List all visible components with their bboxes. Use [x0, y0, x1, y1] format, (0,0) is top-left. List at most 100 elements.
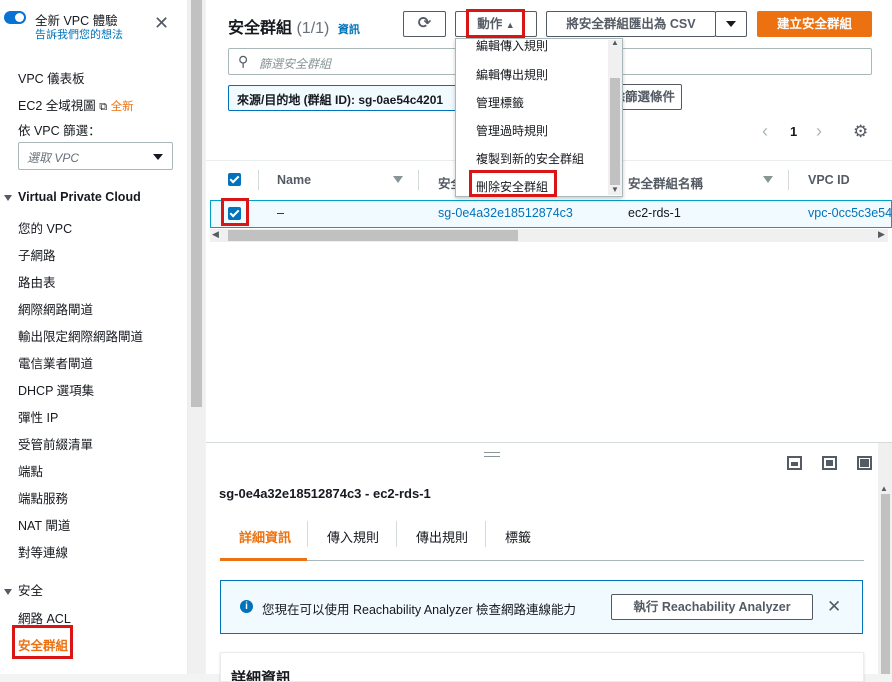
sidebar-item-internet-gateways[interactable]: 網際網路閘道	[18, 299, 93, 318]
panel-bottom-icon[interactable]	[787, 456, 802, 470]
highlight-box	[12, 625, 73, 659]
sidebar-item-carrier-gateways[interactable]: 電信業者閘道	[18, 353, 93, 372]
tab-tags[interactable]: 標籤	[505, 527, 531, 546]
sidebar-item-ec2-global-view[interactable]: EC2 全域視圖 ⧉ 全新	[18, 95, 134, 114]
menu-scrollbar-thumb[interactable]	[610, 78, 620, 185]
create-security-group-button[interactable]: 建立安全群組	[757, 11, 872, 37]
info-icon: i	[240, 600, 253, 613]
details-scroll-up-icon[interactable]: ▲	[880, 484, 888, 493]
column-header-sg-name[interactable]: 安全群組名稱	[628, 173, 703, 192]
cell-vpc-id-link[interactable]: vpc-0cc5c3e54	[808, 206, 892, 220]
search-icon: ⚲	[238, 53, 249, 69]
chevron-down-icon	[726, 21, 736, 27]
info-link[interactable]: 資訊	[338, 24, 360, 36]
vpc-section-header[interactable]: Virtual Private Cloud	[4, 190, 141, 204]
sidebar-item-peering[interactable]: 對等連線	[18, 542, 68, 561]
menu-scroll-up-icon[interactable]: ▲	[611, 38, 619, 47]
column-header-vpc-id[interactable]: VPC ID	[808, 173, 850, 187]
selection-count: (1/1)	[296, 20, 330, 37]
sidebar-item-egress-only-igw[interactable]: 輸出限定網際網路閘道	[18, 326, 143, 345]
section-label: Virtual Private Cloud	[18, 190, 141, 204]
sort-icon[interactable]	[393, 176, 403, 183]
column-divider	[258, 170, 259, 190]
highlight-box	[221, 198, 249, 226]
gear-icon[interactable]: ⚙	[853, 122, 868, 142]
next-page-icon[interactable]: ›	[816, 121, 822, 142]
close-icon[interactable]: ✕	[154, 14, 169, 32]
caret-down-icon	[4, 194, 12, 201]
vpc-select[interactable]: 選取 VPC	[18, 142, 173, 170]
sidebar-scrollbar-thumb[interactable]	[191, 0, 202, 407]
sidebar-item-nat-gateways[interactable]: NAT 閘道	[18, 515, 70, 534]
sidebar-item-dhcp-options[interactable]: DHCP 選項集	[18, 380, 94, 399]
tab-details[interactable]: 詳細資訊	[239, 527, 291, 546]
menu-item-edit-inbound[interactable]: 編輯傳入規則	[476, 39, 548, 54]
tab-inbound-rules[interactable]: 傳入規則	[327, 527, 379, 546]
menu-scroll-down-icon[interactable]: ▼	[611, 185, 619, 194]
tab-divider	[485, 521, 486, 547]
details-section-title: 詳細資訊	[231, 670, 292, 682]
column-divider	[788, 170, 789, 190]
sidebar-item-subnets[interactable]: 子網路	[18, 245, 56, 264]
page-number[interactable]: 1	[790, 124, 797, 139]
column-divider	[418, 170, 419, 190]
cell-sg-name: ec2-rds-1	[628, 206, 681, 220]
menu-item-manage-tags[interactable]: 管理標籤	[476, 94, 524, 111]
search-placeholder: 篩選安全群組	[259, 57, 332, 71]
details-container: 詳細資訊	[220, 652, 864, 682]
scroll-left-arrow-icon[interactable]: ◀	[212, 229, 219, 240]
sidebar-item-prefix-lists[interactable]: 受管前綴清單	[18, 434, 93, 453]
export-csv-button[interactable]: 將安全群組匯出為 CSV	[546, 11, 716, 37]
drag-handle-icon[interactable]	[484, 452, 500, 457]
section-label: 安全	[18, 584, 44, 598]
sidebar-item-label: EC2 全域視圖	[18, 99, 96, 113]
new-experience-toggle[interactable]	[4, 11, 26, 24]
refresh-button[interactable]: ⟳	[403, 11, 446, 37]
filter-token: 來源/目的地 (群組 ID): sg-0ae54c4201	[228, 85, 458, 111]
tab-divider	[307, 521, 308, 547]
tab-divider	[396, 521, 397, 547]
new-badge: 全新	[110, 101, 134, 113]
menu-item-edit-outbound[interactable]: 編輯傳出規則	[476, 66, 548, 83]
sort-icon[interactable]	[763, 176, 773, 183]
sidebar-item-dashboard[interactable]: VPC 儀表板	[18, 68, 85, 87]
security-section-header[interactable]: 安全	[4, 580, 43, 599]
table-scrollbar-thumb[interactable]	[228, 230, 518, 241]
sidebar-item-endpoints[interactable]: 端點	[18, 461, 43, 480]
previous-page-icon[interactable]: ‹	[762, 121, 768, 142]
menu-item-manage-stale-rules[interactable]: 管理過時規則	[476, 122, 548, 139]
sidebar-item-route-tables[interactable]: 路由表	[18, 272, 56, 291]
close-icon[interactable]: ✕	[827, 597, 841, 617]
cell-name: –	[277, 206, 284, 220]
external-link-icon: ⧉	[99, 101, 108, 113]
details-scrollbar-thumb[interactable]	[881, 494, 890, 674]
column-header-name[interactable]: Name	[277, 173, 311, 187]
details-heading: sg-0e4a32e18512874c3 - ec2-rds-1	[219, 486, 431, 501]
filter-by-vpc-label: 依 VPC 篩選：	[18, 124, 101, 138]
run-reachability-analyzer-button[interactable]: 執行 Reachability Analyzer	[611, 594, 813, 620]
scroll-right-arrow-icon[interactable]: ▶	[878, 229, 885, 240]
sidebar: 全新 VPC 體驗 告訴我們您的想法 ✕ VPC 儀表板 EC2 全域視圖 ⧉ …	[0, 0, 188, 674]
tab-underline	[220, 560, 864, 561]
export-dropdown-button[interactable]	[715, 11, 747, 37]
chevron-down-icon	[153, 154, 163, 160]
panel-side-icon[interactable]	[822, 456, 837, 470]
feedback-link[interactable]: 告訴我們您的想法	[35, 26, 123, 42]
vpc-select-placeholder: 選取 VPC	[27, 151, 80, 165]
tab-outbound-rules[interactable]: 傳出規則	[416, 527, 468, 546]
page-title-text: 安全群組	[228, 20, 293, 37]
refresh-icon: ⟳	[417, 15, 432, 32]
sidebar-item-elastic-ips[interactable]: 彈性 IP	[18, 407, 58, 426]
menu-item-copy-to-new[interactable]: 複製到新的安全群組	[476, 150, 584, 167]
highlight-box	[469, 170, 557, 197]
cell-sg-id-link[interactable]: sg-0e4a32e18512874c3	[438, 206, 573, 220]
select-all-checkbox[interactable]	[228, 173, 241, 186]
panel-full-icon[interactable]	[857, 456, 872, 470]
sidebar-item-endpoint-services[interactable]: 端點服務	[18, 488, 68, 507]
sidebar-item-your-vpcs[interactable]: 您的 VPC	[18, 218, 72, 237]
highlight-box	[466, 9, 525, 38]
info-alert-text: 您現在可以使用 Reachability Analyzer 檢查網路連線能力	[262, 603, 576, 617]
caret-down-icon	[4, 588, 12, 595]
page-title: 安全群組 (1/1) 資訊	[228, 14, 360, 38]
active-tab-indicator	[220, 558, 307, 561]
